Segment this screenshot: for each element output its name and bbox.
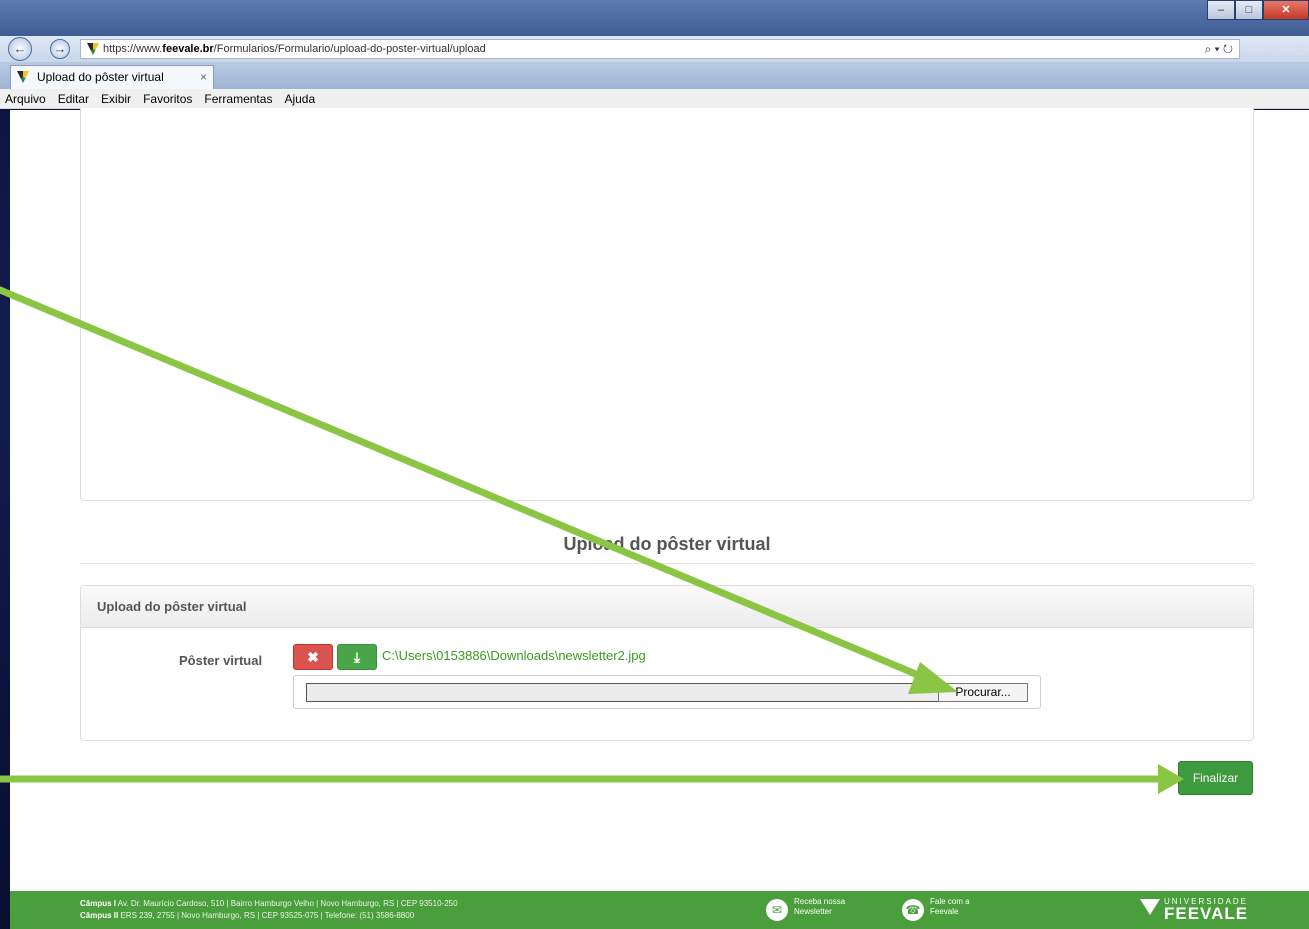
poster-field-label: Pôster virtual bbox=[179, 653, 263, 668]
menu-ajuda[interactable]: Ajuda bbox=[284, 89, 321, 108]
menu-arquivo[interactable]: Arquivo bbox=[5, 89, 52, 108]
tab-title: Upload do pôster virtual bbox=[37, 70, 164, 84]
contact-link[interactable]: ☎ Fale com a Feevale bbox=[902, 897, 1000, 921]
upload-card: Upload do pôster virtual Pôster virtual … bbox=[80, 585, 1254, 741]
contact-line2: Feevale bbox=[930, 907, 959, 916]
url-domain: feevale.br bbox=[162, 43, 214, 55]
maximize-button[interactable]: □ bbox=[1235, 0, 1263, 20]
site-footer: Câmpus I Av. Dr. Maurício Cardoso, 510 |… bbox=[10, 891, 1309, 929]
campus2-address: ERS 239, 2755 | Novo Hamburgo, RS | CEP … bbox=[118, 911, 415, 920]
feevale-logo[interactable]: UNIVERSIDADE FEEVALE bbox=[1140, 897, 1248, 922]
favorites-star-icon[interactable]: ☆ bbox=[1270, 40, 1284, 60]
newsletter-line2: Newsletter bbox=[794, 907, 832, 916]
campus2-label: Câmpus II bbox=[80, 911, 119, 920]
menu-favoritos[interactable]: Favoritos bbox=[143, 89, 198, 108]
menu-ferramentas[interactable]: Ferramentas bbox=[204, 89, 278, 108]
menu-exibir[interactable]: Exibir bbox=[101, 89, 137, 108]
back-button[interactable]: ← bbox=[8, 37, 32, 61]
contact-line1: Fale com a bbox=[930, 897, 970, 906]
file-path-input[interactable] bbox=[306, 683, 938, 702]
headset-icon: ☎ bbox=[902, 899, 924, 921]
menu-bar: Arquivo Editar Exibir Favoritos Ferramen… bbox=[0, 89, 1309, 109]
menu-editar[interactable]: Editar bbox=[58, 89, 95, 108]
uploaded-file-link[interactable]: C:\Users\0153886\Downloads\newsletter2.j… bbox=[382, 648, 646, 663]
close-window-button[interactable]: ✕ bbox=[1263, 0, 1309, 20]
minimize-button[interactable]: – bbox=[1207, 0, 1235, 20]
window-controls: – □ ✕ bbox=[1207, 0, 1309, 20]
poster-preview-panel bbox=[80, 108, 1254, 501]
search-refresh-icons[interactable]: ⌕ ▾ ↻ bbox=[1204, 40, 1233, 58]
forward-button[interactable]: → bbox=[50, 39, 70, 59]
file-input-container: Procurar... bbox=[293, 675, 1041, 709]
section-divider bbox=[80, 563, 1254, 564]
browse-button[interactable]: Procurar... bbox=[938, 683, 1028, 702]
site-shield-icon bbox=[87, 43, 99, 55]
remove-file-button[interactable]: ✖ bbox=[293, 644, 333, 670]
page-content: Upload do pôster virtual Upload do pôste… bbox=[10, 108, 1309, 929]
upload-card-header: Upload do pôster virtual bbox=[81, 586, 1253, 628]
home-icon[interactable]: ⌂ bbox=[1250, 40, 1260, 58]
finalize-button[interactable]: Finalizar bbox=[1178, 761, 1253, 795]
tab-upload-poster[interactable]: Upload do pôster virtual × bbox=[10, 65, 214, 89]
tab-bar: Upload do pôster virtual × bbox=[0, 62, 1309, 89]
newsletter-line1: Receba nossa bbox=[794, 897, 846, 906]
tab-close-icon[interactable]: × bbox=[200, 66, 207, 88]
navigation-bar: ← → https://www.feevale.br/Formularios/F… bbox=[0, 36, 1309, 62]
section-title: Upload do pôster virtual bbox=[563, 534, 771, 554]
url-path: /Formularios/Formulario/upload-do-poster… bbox=[213, 43, 486, 55]
campus1-label: Câmpus I bbox=[80, 899, 117, 908]
campus1-address: Av. Dr. Maurício Cardoso, 510 | Bairro H… bbox=[116, 899, 458, 908]
newsletter-link[interactable]: ✉ Receba nossa Newsletter bbox=[766, 897, 864, 921]
tab-favicon-icon bbox=[17, 71, 29, 83]
url-prefix: https://www. bbox=[103, 43, 163, 55]
address-bar[interactable]: https://www.feevale.br/Formularios/Formu… bbox=[80, 39, 1240, 59]
settings-gear-icon[interactable]: ⚙ bbox=[1292, 40, 1306, 60]
download-file-button[interactable]: ⤓ bbox=[337, 644, 377, 670]
logo-big-text: FEEVALE bbox=[1164, 904, 1249, 923]
footer-addresses: Câmpus I Av. Dr. Maurício Cardoso, 510 |… bbox=[80, 898, 458, 922]
mail-icon: ✉ bbox=[766, 899, 788, 921]
window-titlebar: – □ ✕ bbox=[0, 0, 1309, 36]
